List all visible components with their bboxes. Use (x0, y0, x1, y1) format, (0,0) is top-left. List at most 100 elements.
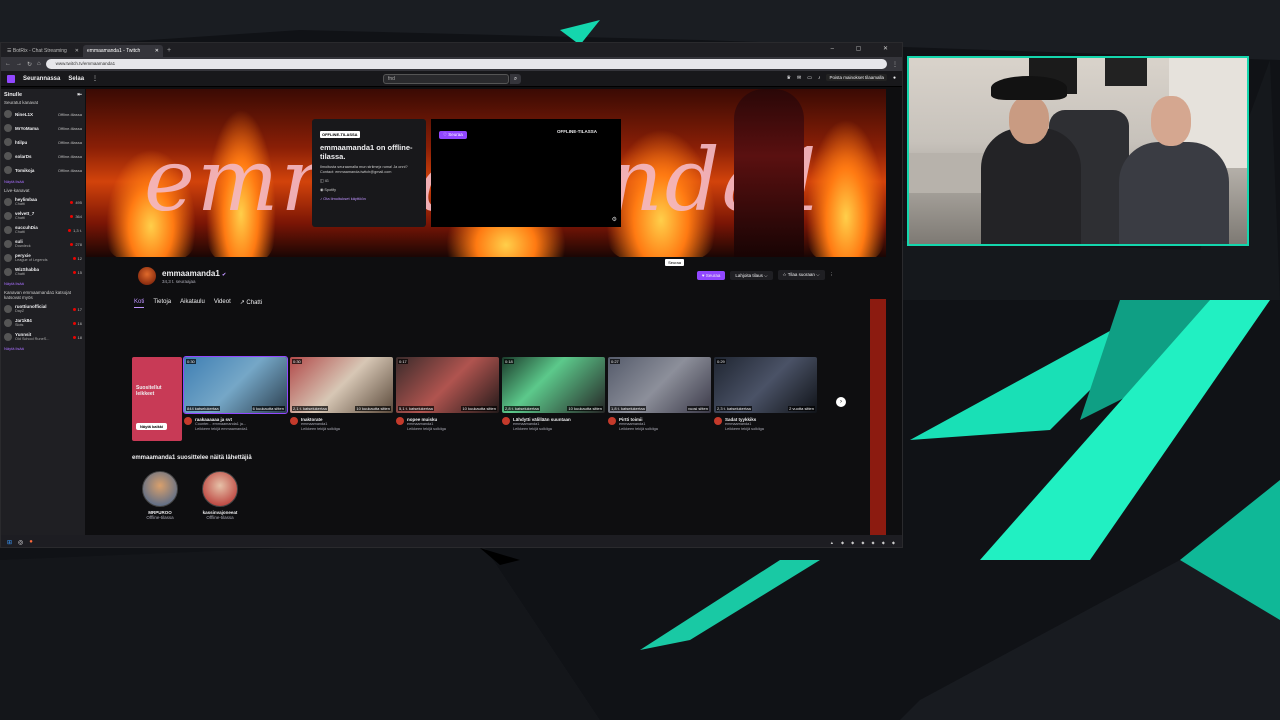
channel-banner: emmaamanda1 OFFLINE-TILASSA emmaamanda1 … (86, 89, 886, 257)
bell-icon[interactable]: ♪ (818, 75, 821, 81)
close-icon[interactable]: ✕ (155, 45, 159, 57)
scrollbar[interactable] (870, 299, 886, 537)
clip-card[interactable]: 0:17 5,1 t. katselukertaa 10 kuukautta s… (396, 357, 499, 432)
sidebar-item[interactable]: suli Dowdeck 278 (4, 237, 82, 251)
nav-browse[interactable]: Selaa (68, 76, 84, 82)
clip-creator: Leikkeen tekijä solkiiga (407, 427, 446, 431)
link-label: IG (324, 179, 329, 183)
show-all-button[interactable]: Näytä kaikki (136, 423, 168, 430)
sidebar-item[interactable]: MrYoMama Offline-tilassa (4, 121, 82, 135)
more-icon[interactable]: ⋮ (92, 75, 98, 82)
show-more-link[interactable]: Näytä lisää (4, 281, 82, 286)
sidebar-item[interactable]: heylimbaa Chatti 495 (4, 195, 82, 209)
avatar (4, 198, 12, 206)
live-dot-icon (72, 307, 76, 311)
avatar (4, 212, 12, 220)
twitch-logo-icon[interactable] (7, 74, 15, 83)
search-icon[interactable]: ◎ (18, 539, 23, 546)
nav-following[interactable]: Seurannassa (23, 76, 60, 82)
more-icon[interactable]: ⋮ (830, 272, 835, 278)
link-label: Spotify (324, 188, 336, 192)
new-tab-icon[interactable]: + (167, 45, 171, 57)
sidebar-item[interactable]: NineL1X Offline-tilassa (4, 107, 82, 121)
home-icon[interactable]: ⌂ (37, 61, 41, 67)
channel-actions: ♥ Seuraa Lahjoita tilaus ⌵ ☆ Tilaa suora… (696, 270, 835, 280)
tab-chat[interactable]: ↗ Chatti (240, 299, 262, 308)
channel-game: Chatti (15, 230, 25, 235)
channel-avatar[interactable] (138, 267, 156, 285)
sidebar-item[interactable]: ruottiunofficial DayZ 17 (4, 302, 82, 316)
notifications-link[interactable]: ♪ Ota ilmoitukset käyttöön (320, 196, 418, 201)
tab-videos[interactable]: Videot (214, 299, 231, 308)
clip-card[interactable]: 0:18 2,8 t. katselukertaa 10 kuukautta s… (502, 357, 605, 432)
window-controls[interactable]: – ▢ ✕ (831, 45, 898, 52)
search-icon[interactable]: ⌕ (510, 74, 521, 84)
clip-views: 2,1 t. katselukertaa (292, 406, 328, 411)
sidebar-header: Sinulle ⇤ (4, 92, 82, 98)
system-tray[interactable]: ▲ ◆ ◆ ◆ ◆ ◆ ◆ (830, 540, 898, 545)
sidebar-item[interactable]: peryxie League of Legends 12 (4, 251, 82, 265)
tab-about[interactable]: Tietoja (153, 299, 171, 308)
sidebar-item[interactable]: Tomikoja Offline-tilassa (4, 163, 82, 177)
close-icon[interactable]: ✕ (75, 45, 79, 57)
clip-duration: 0:30 (292, 359, 302, 364)
video-player[interactable]: ♡ Seuraa OFFLINE-TILASSA ⚙ (431, 119, 621, 227)
twitch-topnav: Seurannassa Selaa ⋮ fnd ⌕ ♛ ✉ ▭ ♪ Poista… (1, 71, 902, 87)
gear-icon[interactable]: ⚙ (612, 216, 617, 223)
clip-creator: Leikkeen tekijä emmaamanda1 (195, 427, 248, 431)
subscribe-button[interactable]: ☆ Tilaa suoraan ⌵ (777, 270, 825, 280)
forward-icon[interactable]: → (16, 61, 22, 67)
sidebar-item[interactable]: WizShabba Chatti 15 (4, 265, 82, 279)
sidebar-item[interactable]: Yunnsit Old School RuneS... 18 (4, 330, 82, 344)
promo-button[interactable]: Poista mainokset tilaamalla (826, 74, 887, 81)
avatar (4, 152, 12, 160)
crown-icon[interactable]: ♛ (787, 75, 791, 81)
tab-twitch[interactable]: emmaamanda1 - Twitch ✕ (83, 45, 163, 57)
back-icon[interactable]: ← (5, 61, 11, 67)
clip-card[interactable]: 0:30 2,1 t. katselukertaa 10 kuukautta s… (290, 357, 393, 432)
gift-sub-button[interactable]: Lahjoita tilaus ⌵ (730, 270, 773, 280)
show-more-link[interactable]: Näytä lisää (4, 179, 82, 184)
tab-home[interactable]: Koti (134, 299, 145, 308)
player-follow-button[interactable]: ♡ Seuraa (439, 131, 467, 139)
channel-name: emmaamanda1 ✔ (162, 269, 226, 278)
sidebar: Sinulle ⇤ Seuratut kanavat NineL1X Offline… (1, 89, 85, 537)
avatar[interactable]: ● (893, 75, 896, 81)
follow-button[interactable]: ♥ Seuraa (696, 270, 726, 280)
verified-icon: ✔ (222, 272, 227, 278)
banner-figure (734, 89, 804, 257)
tab-schedule[interactable]: Aikataulu (180, 299, 205, 308)
sidebar-item[interactable]: succuhDia Chatti 1,3 t. (4, 223, 82, 237)
windows-start-icon[interactable]: ⊞ (7, 539, 12, 546)
sidebar-item[interactable]: htilpu Offline-tilassa (4, 135, 82, 149)
live-dot-icon (72, 270, 76, 274)
chevron-right-icon[interactable]: › (836, 397, 846, 407)
browser-icon[interactable]: ● (29, 539, 33, 545)
show-more-link[interactable]: Näytä lisää (4, 346, 82, 351)
url-input[interactable]: www.twitch.tv/emmaamanda1 (45, 59, 887, 69)
whisper-icon[interactable]: ▭ (807, 75, 812, 81)
reload-icon[interactable]: ↻ (27, 61, 32, 68)
clip-card[interactable]: 0:30 844 katselukertaa 6 kuukautta sitte… (183, 356, 288, 432)
inbox-icon[interactable]: ✉ (797, 75, 801, 81)
sidebar-item[interactable]: velvett_7 Chatti 364 (4, 209, 82, 223)
sidebar-item[interactable]: Jar1k84 Slots 16 (4, 316, 82, 330)
collapse-icon[interactable]: ⇤ (77, 92, 82, 98)
extensions-icon[interactable]: ⋮ (892, 61, 898, 68)
clip-creator: Leikkeen tekijä solkiiga (725, 427, 764, 431)
clip-card[interactable]: 0:29 2,3 t. katselukertaa 2 vuotta sitte… (714, 357, 817, 432)
clip-age: 6 kuukautta sitten (251, 406, 285, 411)
panel-link-ig[interactable]: ◫ IG (320, 179, 418, 184)
recommended-channel[interactable]: MRPUROO Offline-tilassa (136, 471, 184, 520)
viewer-count: 1,3 t. (73, 227, 82, 233)
channel-game: Chatti (15, 202, 25, 207)
tab-botrix[interactable]: ☰ BotRix - Chat Streaming ✕ (3, 45, 83, 57)
clip-card[interactable]: 0:27 1,8 t. katselukertaa vuosi sitten P… (608, 357, 711, 432)
recommended-channel[interactable]: kassinvajoneeat Offline-tilassa (196, 471, 244, 520)
panel-link-spotify[interactable]: ◉ Spotify (320, 188, 418, 193)
channel-name: Tomikoja (15, 167, 35, 173)
sidebar-item[interactable]: solarDs Offline-tilassa (4, 149, 82, 163)
recommended-status: Offline-tilassa (206, 515, 234, 520)
clip-thumbnail: 0:30 844 katselukertaa 6 kuukautta sitte… (183, 356, 288, 414)
search-input[interactable]: fnd (383, 74, 509, 84)
